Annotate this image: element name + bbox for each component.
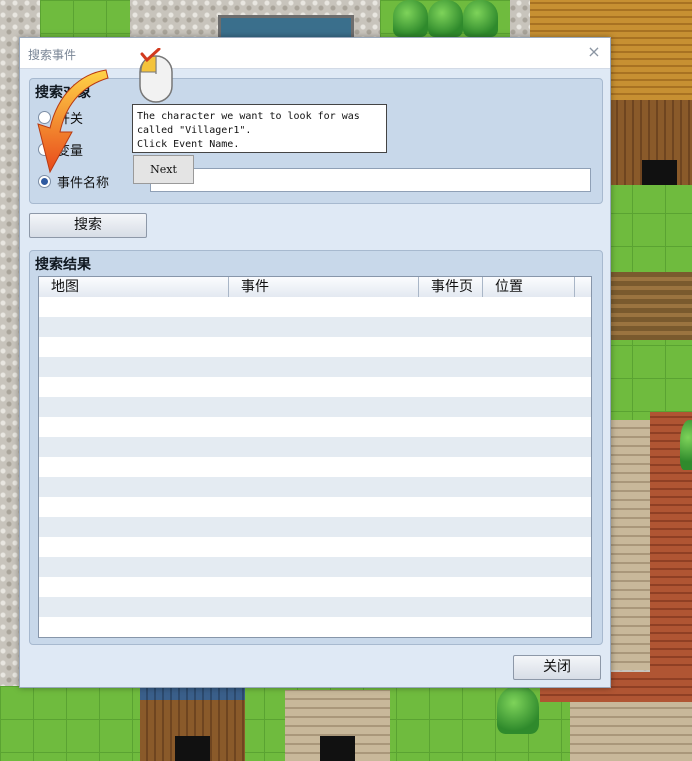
table-row [39, 417, 591, 437]
tree [428, 0, 463, 37]
tutorial-tooltip: The character we want to look for was ca… [132, 104, 387, 153]
stone-wall [610, 420, 650, 670]
results-table[interactable]: 地图 事件 事件页 位置 [38, 276, 592, 638]
tree [463, 0, 498, 37]
tooltip-line: Click Event Name. [137, 139, 240, 150]
table-row [39, 477, 591, 497]
close-icon[interactable]: × [586, 44, 602, 60]
farm-field [610, 272, 692, 340]
table-row [39, 377, 591, 397]
column-header-page[interactable]: 事件页 [419, 277, 483, 297]
mouse-click-icon [139, 48, 173, 103]
table-row [39, 557, 591, 577]
column-header-position[interactable]: 位置 [483, 277, 575, 297]
pointer-arrow-icon [37, 69, 109, 174]
tree [680, 420, 692, 470]
tooltip-line: The character we want to look for was [137, 111, 360, 122]
table-row [39, 537, 591, 557]
table-row [39, 357, 591, 377]
table-row [39, 457, 591, 477]
house-wall [570, 702, 692, 761]
table-row [39, 297, 591, 317]
grass-area [40, 0, 130, 37]
search-results-title: 搜索结果 [35, 257, 91, 273]
dialog-titlebar: 搜索事件 × [20, 38, 610, 69]
column-header-map[interactable]: 地图 [39, 277, 229, 297]
house-door [642, 160, 677, 185]
table-row [39, 497, 591, 517]
close-button[interactable]: 关闭 [513, 655, 601, 680]
column-header-event[interactable]: 事件 [229, 277, 419, 297]
table-row [39, 437, 591, 457]
search-button[interactable]: 搜索 [29, 213, 147, 238]
table-row [39, 577, 591, 597]
event-name-input[interactable] [150, 168, 591, 192]
table-row [39, 597, 591, 617]
house-roof [140, 686, 245, 700]
results-table-header: 地图 事件 事件页 位置 [39, 277, 591, 298]
house-door [320, 736, 355, 761]
tree [393, 0, 428, 37]
tooltip-line: called "Villager1". [137, 125, 252, 136]
table-row [39, 617, 591, 637]
tree [497, 686, 539, 734]
table-row [39, 397, 591, 417]
table-row [39, 517, 591, 537]
next-button[interactable]: Next [133, 155, 194, 184]
table-row [39, 317, 591, 337]
house-door [175, 736, 210, 761]
dialog-title: 搜索事件 [28, 48, 77, 62]
table-row [39, 337, 591, 357]
results-table-body [39, 297, 591, 637]
